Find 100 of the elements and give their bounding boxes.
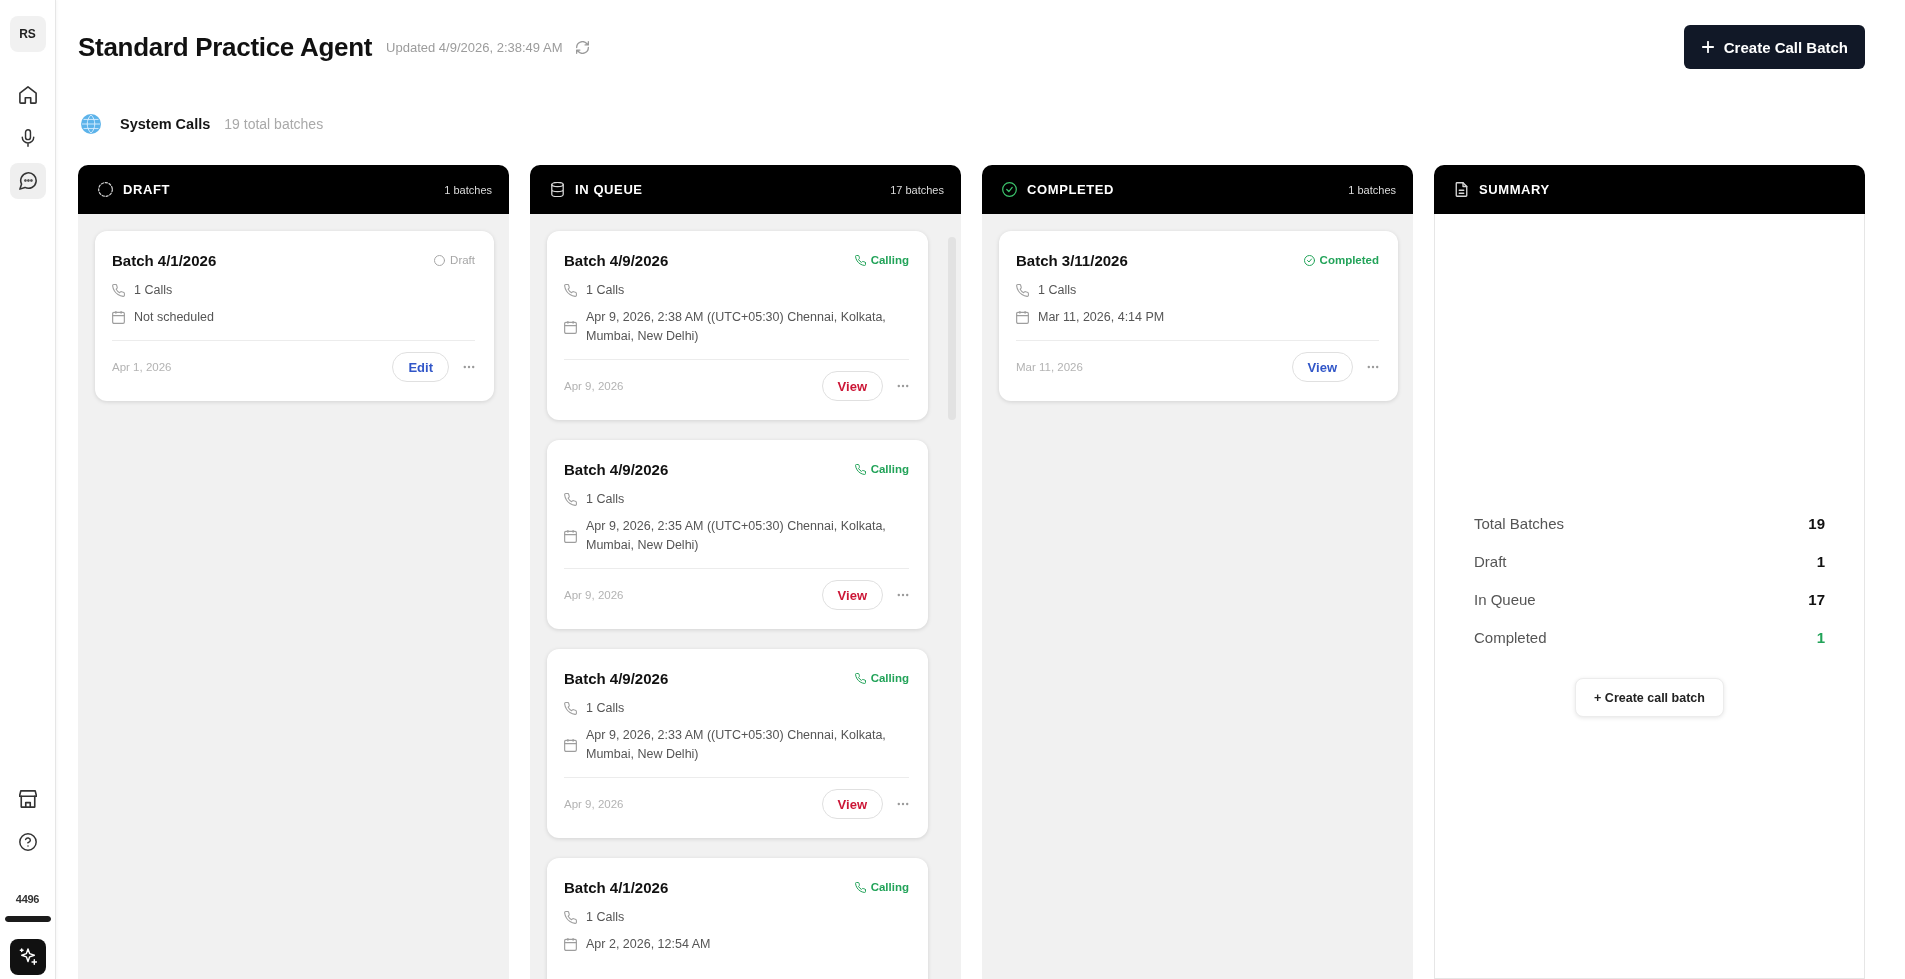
column-title: DRAFT [123,182,171,197]
card-action-button[interactable]: View [1291,352,1353,382]
column-title: IN QUEUE [575,182,643,197]
column-title: COMPLETED [1027,182,1114,197]
stat-label: In Queue [1474,590,1536,608]
batch-title: Batch 3/11/2026 [1016,251,1128,269]
schedule-text: Apr 9, 2026, 2:35 AM ((UTC+05:30) Chennai, Kolkata, Mumbai, New Delhi) [586,518,887,554]
updated-timestamp: Updated 4/9/2026, 2:38:49 AM [386,39,563,55]
stat-value: 17 [1808,590,1825,608]
home-icon [18,86,37,104]
more-icon [897,593,909,597]
status-label: Calling [870,254,909,266]
create-batch-button[interactable]: + Create call batch [1575,678,1724,717]
batch-title: Batch 4/9/2026 [564,669,669,687]
batch-card[interactable]: Batch 4/1/2026 Calling 1 Calls Apr 2, 2026, 12:54 AM [547,858,928,979]
call-count: 1 Calls [134,282,173,299]
stat-label: Draft [1474,552,1507,570]
batch-card[interactable]: Batch 4/1/2026 Draft 1 Calls Not scheduled Apr 1, 2026 Edit [95,231,494,401]
page-title: Standard Practice Agent [78,31,373,63]
batch-card[interactable]: Batch 3/11/2026 Completed 1 Calls Mar 11, 2026, 4:14 PM Mar 11, 2026 View [999,231,1398,401]
phone-icon [1016,284,1029,297]
phone-icon [564,911,577,924]
status-label: Completed [1319,254,1379,266]
schedule-text: Apr 9, 2026, 2:33 AM ((UTC+05:30) Chennai, Kolkata, Mumbai, New Delhi) [586,727,887,763]
refresh-icon [576,40,590,54]
source-name: System Calls [120,116,211,132]
status-label: Calling [870,672,909,684]
refresh-button[interactable] [576,40,590,54]
check-circle-icon [1002,182,1017,197]
batch-title: Batch 4/1/2026 [564,878,669,896]
call-count: 1 Calls [586,491,625,508]
phone-icon [564,702,577,715]
chat-icon [18,172,37,190]
status-label: Calling [870,881,909,893]
calendar-icon [564,320,577,334]
sparkle-button[interactable] [9,939,46,975]
circle-icon [434,254,446,266]
phone-icon [854,463,866,475]
phone-icon [564,493,577,506]
call-count: 1 Calls [586,909,625,926]
batch-title: Batch 4/9/2026 [564,251,669,269]
document-icon [1454,182,1469,197]
card-action-button[interactable]: View [821,580,883,610]
schedule-text: Apr 9, 2026, 2:38 AM ((UTC+05:30) Chennai, Kolkata, Mumbai, New Delhi) [586,309,887,345]
call-count: 1 Calls [1038,282,1077,299]
call-count: 1 Calls [586,282,625,299]
status-label: Calling [870,463,909,475]
phone-icon [854,881,866,893]
column-title: SUMMARY [1479,182,1550,197]
sparkle-icon [18,948,37,966]
stat-label: Completed [1474,628,1547,646]
batch-total: 19 total batches [224,116,324,132]
stat-value: 19 [1808,514,1825,532]
store-icon [18,790,37,808]
card-action-button[interactable]: Edit [392,352,449,382]
phone-icon [564,284,577,297]
batch-card[interactable]: Batch 4/9/2026 Calling 1 Calls Apr 9, 2026, 2:35 AM ((UTC+05:30) Chennai, Kolkata, Mumbai, New Delhi) Apr 9, 2026 View [547,440,928,629]
more-icon [1367,365,1379,369]
stat-value: 1 [1816,552,1825,570]
calendar-icon [564,738,577,752]
batch-count: 17 batches [890,183,944,196]
calendar-icon [112,311,125,324]
globe-icon [81,114,101,134]
calendar-icon [564,938,577,951]
more-icon [463,365,475,369]
help-icon [18,833,37,851]
created-date: Apr 9, 2026 [564,798,624,810]
check-circle-icon [1303,254,1315,266]
more-icon [897,802,909,806]
calendar-icon [564,529,577,543]
phone-icon [854,254,866,266]
schedule-text: Not scheduled [134,309,214,326]
card-action-button[interactable]: View [821,789,883,819]
stack-icon [550,182,565,197]
schedule-text: Apr 2, 2026, 12:54 AM [586,936,711,953]
phone-icon [854,672,866,684]
calendar-icon [1016,311,1029,324]
batch-card[interactable]: Batch 4/9/2026 Calling 1 Calls Apr 9, 2026, 2:38 AM ((UTC+05:30) Chennai, Kolkata, Mumbai, New Delhi) Apr 9, 2026 View [547,231,928,420]
schedule-text: Mar 11, 2026, 4:14 PM [1038,309,1165,326]
create-batch-button[interactable]: Create Call Batch [1683,25,1865,69]
nav-button[interactable] [9,163,46,199]
user-avatar[interactable]: RS [9,16,46,52]
stat-value: 1 [1816,628,1825,646]
credit-count: 4496 [15,893,40,906]
card-action-button[interactable]: View [821,371,883,401]
batch-count: 1 batches [1348,183,1396,196]
stat-label: Total Batches [1474,514,1565,532]
phone-icon [112,284,125,297]
more-icon [897,384,909,388]
plus-icon [1701,41,1714,53]
batch-title: Batch 4/1/2026 [112,251,217,269]
created-date: Apr 9, 2026 [564,380,624,392]
created-date: Apr 1, 2026 [112,361,172,373]
batch-title: Batch 4/9/2026 [564,460,669,478]
status-label: Draft [450,254,475,266]
call-count: 1 Calls [586,700,625,717]
created-date: Mar 11, 2026 [1016,361,1083,373]
batch-card[interactable]: Batch 4/9/2026 Calling 1 Calls Apr 9, 2026, 2:33 AM ((UTC+05:30) Chennai, Kolkata, Mumbai, New Delhi) Apr 9, 2026 View [547,649,928,838]
dashed-circle-icon [98,182,113,197]
batch-count: 1 batches [444,183,492,196]
